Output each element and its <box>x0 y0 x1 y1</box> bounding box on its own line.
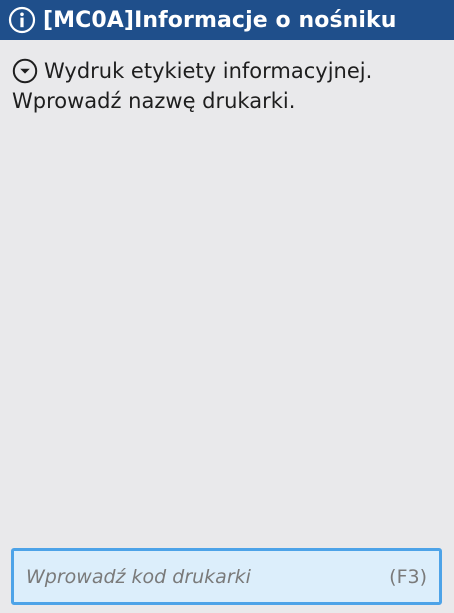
chevron-down-circle-icon[interactable] <box>12 58 38 84</box>
message-line-2: Wprowadź nazwę drukarki. <box>12 89 296 113</box>
instruction-message: Wydruk etykiety informacyjnej. Wprowadź … <box>12 56 442 116</box>
message-line-1-row: Wydruk etykiety informacyjnej. <box>12 56 442 86</box>
printer-code-field[interactable]: (F3) <box>11 548 442 605</box>
title-bar: [MC0A]Informacje o nośniku <box>0 0 454 40</box>
window-title: [MC0A]Informacje o nośniku <box>43 7 397 33</box>
message-line-1: Wydruk etykiety informacyjnej. <box>44 59 373 83</box>
printer-code-input[interactable] <box>26 565 382 588</box>
app-window: [MC0A]Informacje o nośniku Wydruk etykie… <box>0 0 454 613</box>
f3-shortcut-hint[interactable]: (F3) <box>389 566 427 588</box>
info-icon <box>7 5 37 35</box>
message-area: Wydruk etykiety informacyjnej. Wprowadź … <box>0 40 454 540</box>
